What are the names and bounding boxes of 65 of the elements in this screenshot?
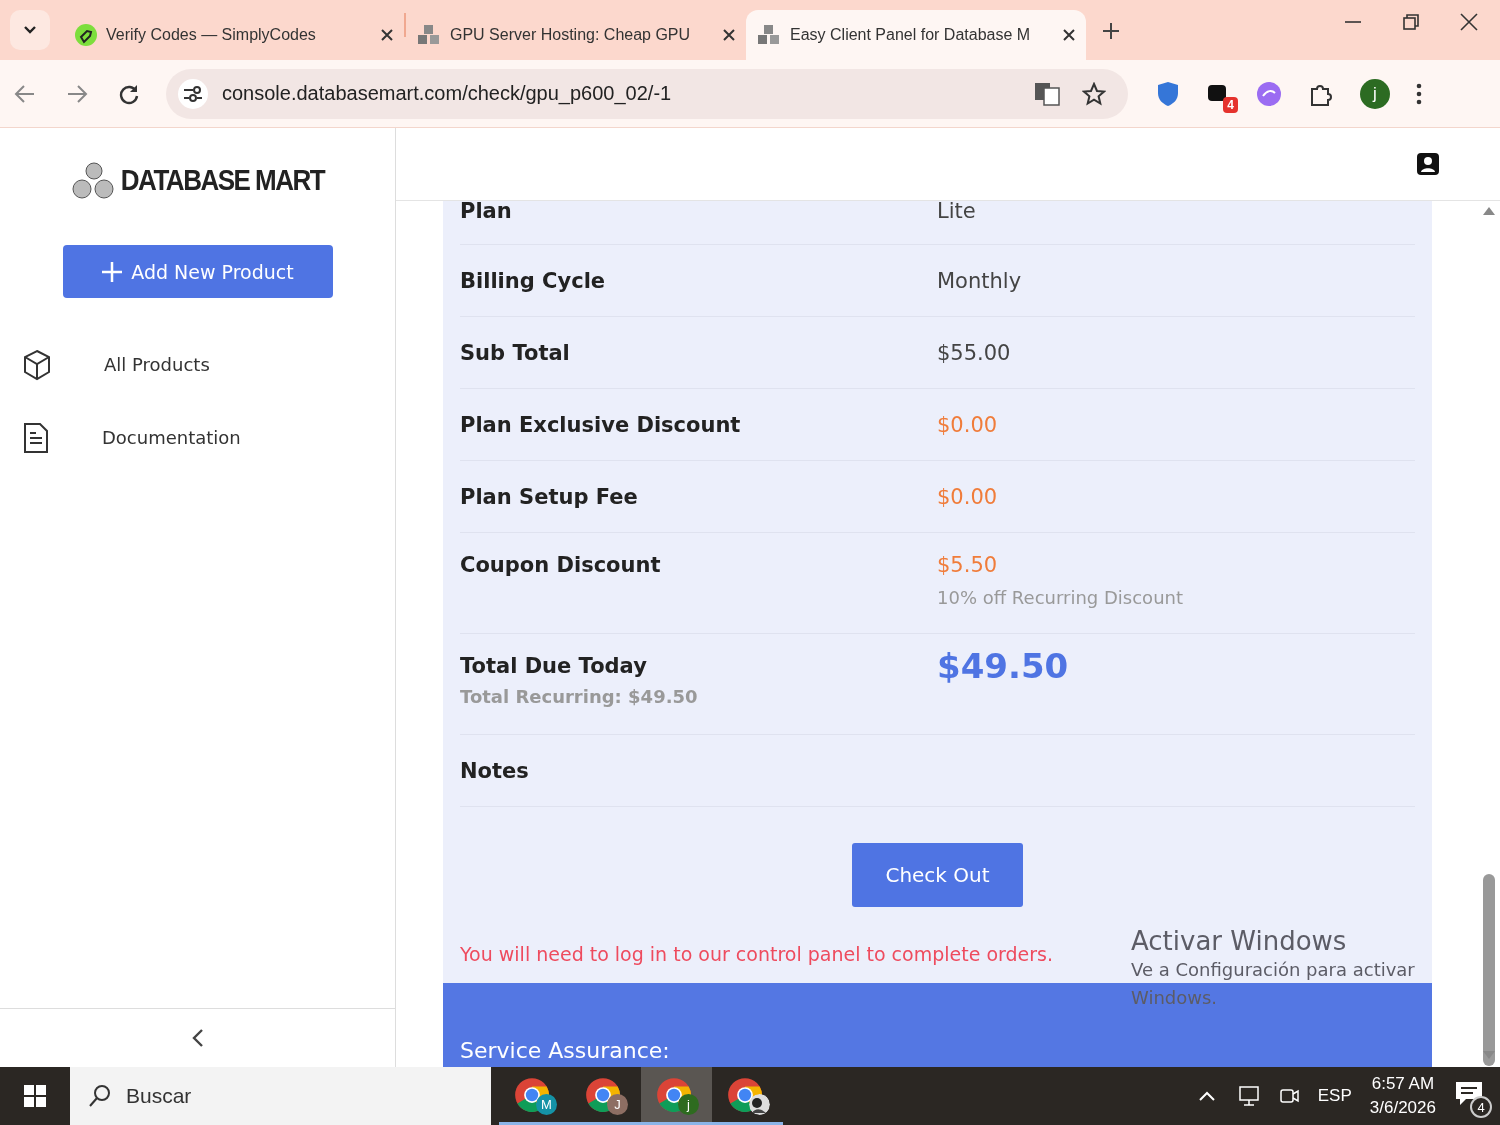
row-value: $55.00	[937, 340, 1011, 365]
shield-icon[interactable]	[1156, 80, 1180, 107]
taskbar-app[interactable]: j	[641, 1067, 712, 1125]
search-field[interactable]: Buscar	[70, 1067, 491, 1125]
activation-text: Ve a Configuración para activar Windows.	[1131, 958, 1416, 1010]
row-value: Monthly	[937, 268, 1022, 293]
profile-avatar[interactable]: j	[1360, 78, 1390, 109]
row-note: 10% off Recurring Discount	[937, 587, 1183, 608]
logo-text: DATABASE MART	[120, 162, 325, 199]
collapse-icon[interactable]	[191, 1028, 204, 1048]
scroll-up-icon[interactable]	[1483, 207, 1495, 215]
row-label: Total Due Today	[460, 654, 648, 678]
row-label: Plan Setup Fee	[460, 484, 639, 509]
checkout-button[interactable]: Check Out	[852, 843, 1023, 907]
row-value: $0.00	[937, 484, 998, 509]
row-value: $49.50	[937, 646, 1069, 686]
row-value: $5.50	[937, 553, 999, 577]
translate-icon[interactable]	[1034, 81, 1060, 106]
plus-icon	[101, 260, 124, 283]
back-icon[interactable]	[14, 82, 36, 105]
row-label: Plan	[460, 201, 513, 222]
chevron-down-icon	[23, 25, 37, 35]
nav-item[interactable]: All Products	[0, 328, 395, 401]
taskbar-app[interactable]: M	[499, 1067, 570, 1125]
document-icon	[22, 421, 50, 454]
chevron-up-icon[interactable]	[1197, 1090, 1216, 1102]
count-badge: 4	[1223, 96, 1238, 113]
scrollbar-thumb[interactable]	[1483, 874, 1495, 1066]
close-icon[interactable]	[1460, 13, 1478, 31]
row-label: Plan Exclusive Discount	[460, 412, 742, 437]
browser-tab[interactable]: GPU Server Hosting: Cheap GPU	[406, 10, 746, 60]
login-notice: You will need to log in to our control panel to complete orders.	[460, 943, 1054, 965]
nav-item[interactable]: Documentation	[0, 401, 395, 474]
row-label: Billing Cycle	[460, 268, 607, 293]
browser-tab[interactable]: Easy Client Panel for Database M	[746, 10, 1086, 60]
cube-icon	[22, 348, 52, 381]
row-label: Notes	[460, 758, 530, 783]
user-icon[interactable]	[1416, 152, 1440, 176]
language-indicator[interactable]: ESP	[1317, 1086, 1352, 1106]
avatar-badge: j	[678, 1094, 699, 1115]
browser-tab[interactable]: Verify Codes — SimplyCodes	[64, 10, 404, 60]
activation-title: Activar Windows	[1131, 926, 1348, 956]
add-product-button[interactable]: Add New Product	[62, 245, 333, 298]
row-sublabel: Total Recurring: $49.50	[460, 686, 699, 707]
avatar-badge: M	[536, 1094, 557, 1115]
menu-icon[interactable]	[1416, 82, 1422, 105]
close-icon[interactable]	[380, 28, 394, 42]
row-label: Coupon Discount	[460, 553, 662, 577]
star-icon[interactable]	[1082, 81, 1106, 106]
row-value: Lite	[937, 201, 976, 222]
row-value: $0.00	[937, 412, 998, 437]
address-bar[interactable]: console.databasemart.com/check/gpu_p600_02/-1	[166, 68, 1128, 119]
new-tab-icon[interactable]	[1102, 22, 1120, 40]
row-label: Sub Total	[460, 340, 571, 365]
restore-icon[interactable]	[1402, 13, 1420, 31]
close-icon[interactable]	[722, 28, 736, 42]
avatar-badge: J	[607, 1094, 628, 1115]
windows-icon[interactable]	[23, 1084, 47, 1108]
clock[interactable]: 6:57 AM 3/6/2026	[1369, 1074, 1436, 1118]
close-icon[interactable]	[1062, 28, 1076, 42]
count-badge: 4	[1470, 1096, 1492, 1118]
forward-icon[interactable]	[66, 82, 88, 105]
tag-icon	[74, 23, 98, 47]
settings-icon[interactable]	[183, 84, 203, 103]
search-icon	[88, 1084, 112, 1108]
